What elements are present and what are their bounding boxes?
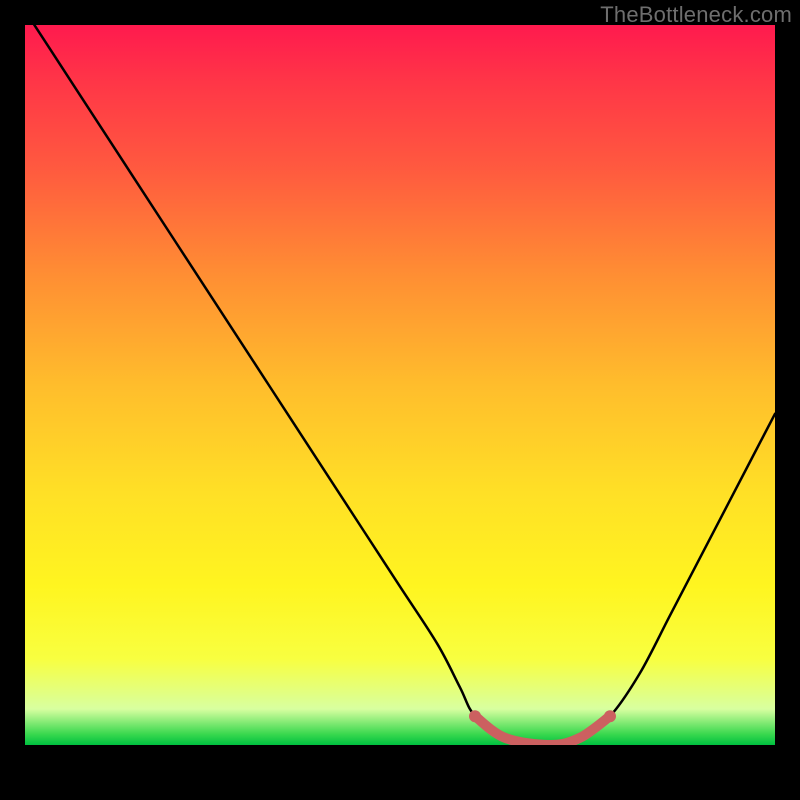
- highlight-dot-start: [469, 710, 481, 722]
- highlight-dot-end: [604, 710, 616, 722]
- chart-frame: TheBottleneck.com: [0, 0, 800, 800]
- main-curve: [25, 25, 775, 745]
- plot-area: [25, 25, 775, 775]
- highlight-segment: [475, 716, 610, 745]
- curve-layer: [25, 25, 775, 745]
